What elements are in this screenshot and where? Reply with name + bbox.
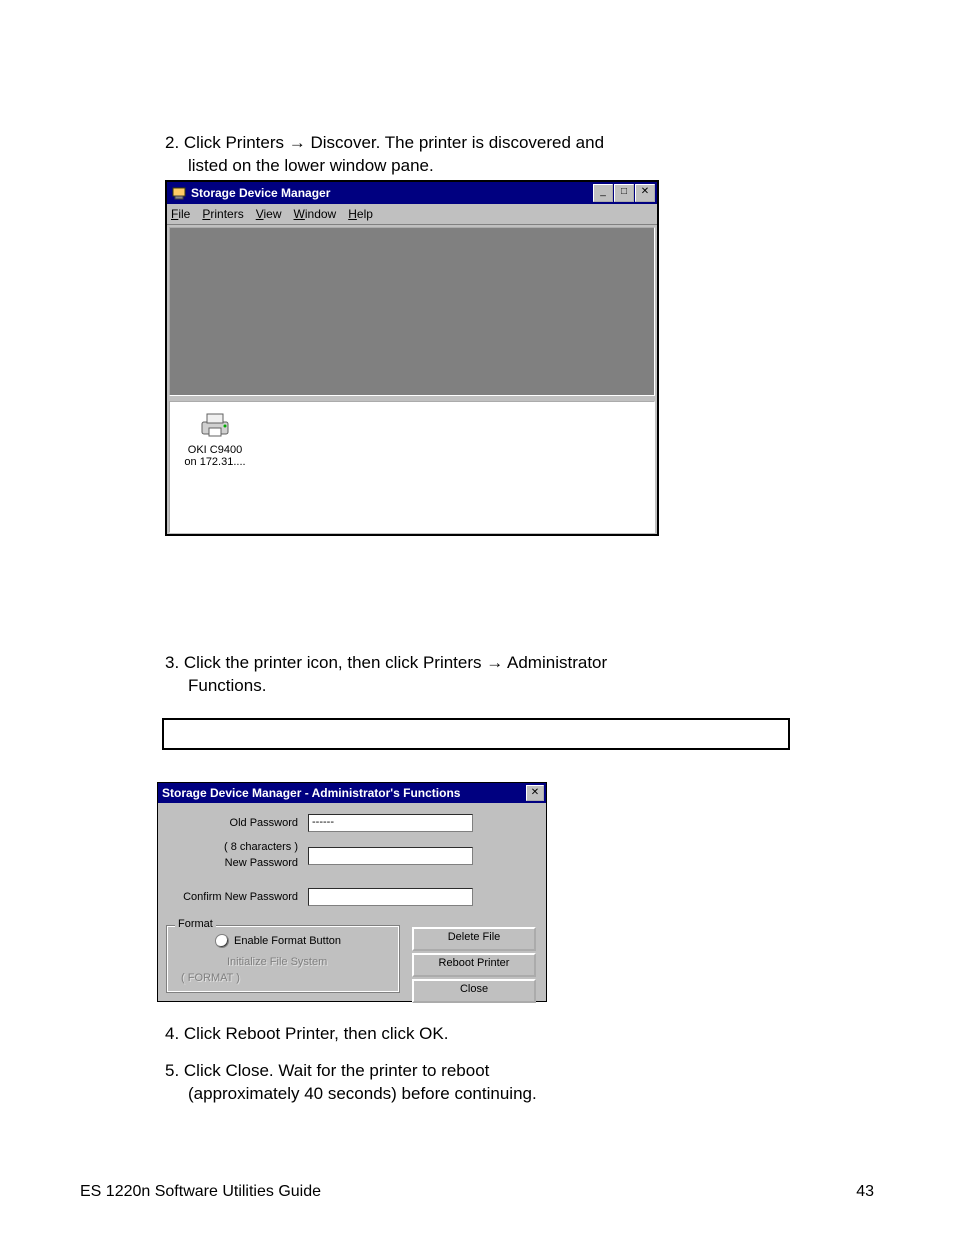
printer-label-line2: on 172.31.... (180, 456, 250, 469)
page-footer: ES 1220n Software Utilities Guide 43 (0, 1183, 954, 1213)
printer-item[interactable]: OKI C9400 on 172.31.... (180, 410, 250, 469)
old-password-field[interactable]: ------ (308, 814, 473, 832)
instruction-box (162, 718, 790, 750)
printer-label-line1: OKI C9400 (180, 444, 250, 457)
format-groupbox: Format Enable Format Button Initialize F… (166, 925, 400, 993)
win1-title: Storage Device Manager (191, 186, 592, 200)
label-new-password: New Password (198, 857, 298, 869)
step5-line1: 5. Click Close. Wait for the printer to … (165, 1060, 489, 1083)
printer-icon (196, 410, 234, 440)
close-button[interactable]: ✕ (635, 184, 655, 202)
win2-title: Storage Device Manager - Administrator's… (158, 786, 525, 800)
close-dialog-button[interactable]: Close (412, 979, 536, 1003)
enable-format-label: Enable Format Button (234, 935, 341, 947)
step2-line1: 2. Click Printers → Discover. The printe… (165, 132, 604, 155)
label-confirm-password: Confirm New Password (168, 891, 298, 903)
admin-functions-dialog: Storage Device Manager - Administrator's… (157, 782, 547, 1002)
menu-file[interactable]: File (171, 207, 190, 221)
step3-line1: 3. Click the printer icon, then click Pr… (165, 652, 607, 675)
menu-window[interactable]: Window (294, 207, 337, 221)
radio-icon (215, 934, 229, 948)
label-chars: ( 8 characters ) (198, 841, 298, 853)
step5-line2: (approximately 40 seconds) before contin… (188, 1083, 537, 1106)
step2-line2: listed on the lower window pane. (188, 155, 434, 178)
step4-line1: 4. Click Reboot Printer, then click OK. (165, 1023, 448, 1046)
footer-page-number: 43 (856, 1183, 874, 1201)
label-old-password: Old Password (198, 817, 298, 829)
menu-help[interactable]: Help (348, 207, 373, 221)
dialog-body: Old Password ------ ( 8 characters ) New… (158, 803, 546, 1001)
format-legend: Format (175, 918, 216, 930)
menubar: File Printers View Window Help (167, 204, 657, 225)
client-area: OKI C9400 on 172.31.... (167, 225, 657, 535)
confirm-password-field[interactable] (308, 888, 473, 906)
maximize-button[interactable]: □ (614, 184, 634, 202)
format-hint: ( FORMAT ) (181, 972, 240, 984)
new-password-field[interactable] (308, 847, 473, 865)
dialog-close-button[interactable]: ✕ (526, 785, 544, 801)
lower-pane: OKI C9400 on 172.31.... (169, 401, 655, 533)
footer-title: ES 1220n Software Utilities Guide (80, 1183, 321, 1201)
sdm-window: Storage Device Manager _ □ ✕ File Printe… (165, 180, 659, 536)
app-icon (170, 184, 188, 202)
upper-pane (169, 227, 655, 396)
minimize-button[interactable]: _ (593, 184, 613, 202)
step3-line2: Functions. (188, 675, 266, 698)
enable-format-radio[interactable]: Enable Format Button (215, 934, 341, 948)
menu-view[interactable]: View (256, 207, 282, 221)
delete-file-button[interactable]: Delete File (412, 927, 536, 951)
init-fs-disabled-text: Initialize File System (227, 956, 327, 968)
win1-titlebar[interactable]: Storage Device Manager _ □ ✕ (167, 182, 657, 204)
menu-printers[interactable]: Printers (202, 207, 243, 221)
win2-titlebar[interactable]: Storage Device Manager - Administrator's… (158, 783, 546, 803)
reboot-printer-button[interactable]: Reboot Printer (412, 953, 536, 977)
